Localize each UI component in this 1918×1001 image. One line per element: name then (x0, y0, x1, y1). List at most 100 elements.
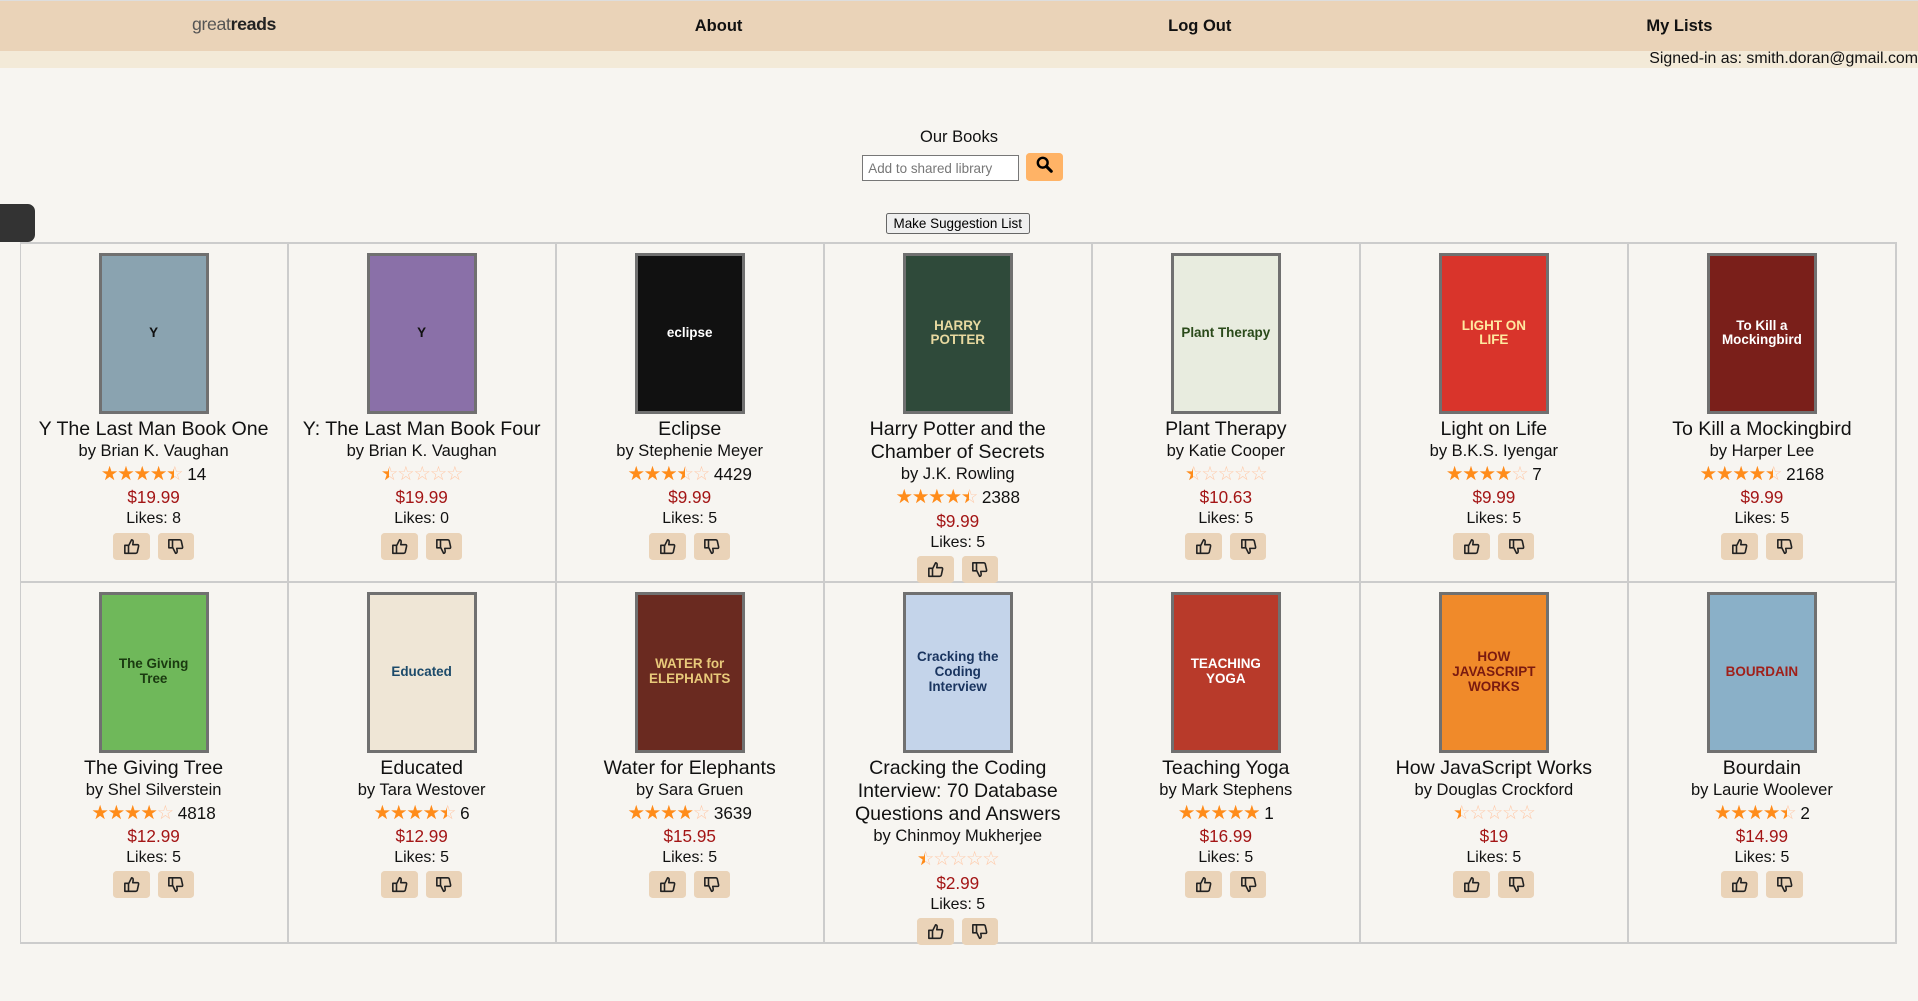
like-button[interactable] (1453, 532, 1490, 560)
nav-logout[interactable]: Log Out (1168, 17, 1231, 36)
star-icon: ☆★ (1445, 462, 1464, 485)
star-icon: ☆★ (1226, 801, 1245, 824)
dislike-button[interactable] (425, 532, 463, 560)
dislike-button[interactable] (961, 917, 999, 945)
like-button[interactable] (112, 532, 150, 560)
book-cover-image[interactable]: Y (98, 252, 209, 415)
book-title[interactable]: Bourdain (1629, 757, 1895, 780)
rating-stars: ☆★☆★☆★☆★☆★ (373, 801, 457, 824)
like-button[interactable] (381, 532, 418, 560)
logo[interactable]: greatreads (192, 14, 276, 35)
dislike-button[interactable] (1229, 532, 1267, 560)
book-title[interactable]: The Giving Tree (21, 757, 287, 780)
dislike-button[interactable] (1497, 532, 1535, 560)
book-cover-image[interactable]: TEACHING YOGA (1170, 591, 1281, 753)
star-icon: ☆★ (1502, 801, 1520, 824)
dislike-button[interactable] (693, 871, 731, 899)
thumbs-up-icon (1731, 876, 1748, 898)
book-title[interactable]: Eclipse (557, 418, 823, 441)
star-icon: ☆★ (1511, 462, 1529, 485)
book-title[interactable]: Light on Life (1361, 418, 1627, 441)
star-icon: ☆★ (1764, 462, 1783, 485)
dislike-button[interactable] (1497, 871, 1535, 899)
page-title: Our Books (920, 128, 998, 147)
book-title[interactable]: Plant Therapy (1093, 418, 1359, 441)
book-title[interactable]: Y The Last Man Book One (21, 418, 287, 441)
like-button[interactable] (649, 871, 686, 899)
book-rating: ☆★☆★☆★☆★☆★ 3639 (557, 802, 823, 825)
rating-count: 14 (187, 464, 207, 484)
book-author: by Mark Stephens (1159, 780, 1293, 799)
like-button[interactable] (917, 555, 954, 583)
book-title[interactable]: Teaching Yoga (1093, 757, 1359, 780)
book-title[interactable]: How JavaScript Works (1361, 757, 1627, 780)
like-button[interactable] (381, 871, 418, 899)
book-price: $19 (1479, 827, 1509, 847)
like-button[interactable] (1721, 532, 1758, 560)
thumbs-down-icon (1508, 538, 1525, 560)
star-icon: ☆★ (166, 462, 184, 485)
book-price: $9.99 (936, 511, 980, 531)
star-icon: ☆★ (117, 462, 135, 485)
star-icon: ☆★ (1762, 801, 1781, 824)
book-cover-image[interactable]: LIGHT ON LIFE (1438, 252, 1549, 415)
book-title[interactable]: To Kill a Mockingbird (1629, 418, 1895, 441)
book-card: Y Y The Last Man Book One by Brian K. Va… (20, 244, 289, 583)
star-icon: ☆★ (373, 801, 392, 824)
book-title[interactable]: Educated (289, 757, 555, 780)
book-cover-image[interactable]: WATER for ELEPHANTS (634, 591, 745, 753)
book-cover-image[interactable]: HOW JAVASCRIPT WORKS (1438, 591, 1549, 753)
book-cover-image[interactable]: Y (366, 252, 477, 415)
star-icon: ☆★ (156, 801, 175, 824)
book-cover-image[interactable]: The Giving Tree (98, 591, 209, 753)
book-cover-image[interactable]: Plant Therapy (1170, 252, 1281, 415)
thumbs-down-icon (971, 923, 988, 945)
book-card: WATER for ELEPHANTS Water for Elephants … (556, 583, 825, 944)
book-cover-image[interactable]: eclipse (634, 252, 745, 415)
nav-about[interactable]: About (695, 17, 743, 36)
book-author: by Sara Gruen (636, 780, 744, 799)
like-button[interactable] (649, 532, 686, 560)
like-button[interactable] (1185, 871, 1222, 899)
make-suggestion-list-button[interactable]: Make Suggestion List (885, 212, 1030, 234)
book-cover-image[interactable]: Cracking the Coding Interview (902, 591, 1013, 753)
star-icon: ☆★ (1469, 801, 1487, 824)
star-icon: ☆★ (916, 848, 935, 871)
thumbs-down-icon (703, 538, 720, 560)
book-title[interactable]: Y: The Last Man Book Four (289, 418, 555, 441)
like-button[interactable] (1185, 532, 1222, 560)
search-input[interactable] (862, 155, 1019, 182)
dislike-button[interactable] (693, 532, 731, 560)
dislike-button[interactable] (157, 871, 195, 899)
star-icon: ☆★ (406, 801, 424, 824)
book-title[interactable]: Harry Potter and the Chamber of Secrets (825, 418, 1091, 464)
dislike-button[interactable] (425, 871, 463, 899)
book-cover-image[interactable]: HARRY POTTER (902, 252, 1013, 415)
search-button[interactable] (1026, 152, 1063, 182)
like-button[interactable] (1721, 871, 1758, 899)
like-button[interactable] (112, 871, 150, 899)
like-button[interactable] (917, 917, 954, 945)
thumbs-up-icon (1731, 538, 1748, 560)
nav-my-lists[interactable]: My Lists (1646, 17, 1712, 36)
thumbs-down-icon (1508, 876, 1525, 898)
book-cover-image[interactable]: To Kill a Mockingbird (1706, 252, 1817, 415)
dislike-button[interactable] (1229, 871, 1267, 899)
side-panel-toggle[interactable] (0, 204, 36, 243)
dislike-button[interactable] (961, 555, 999, 583)
book-rating: ☆ ★ ☆ ★ ☆ ★ ☆ ★ ☆ ★ 1 (1093, 802, 1359, 825)
book-author: by Brian K. Vaughan (78, 441, 229, 460)
book-author: by Tara Westover (357, 780, 486, 799)
book-title[interactable]: Water for Elephants (557, 757, 823, 780)
book-title[interactable]: Cracking the Coding Interview: 70 Databa… (825, 757, 1091, 827)
star-icon: ☆★ (1746, 801, 1765, 824)
dislike-button[interactable] (157, 532, 195, 560)
book-cover-image[interactable]: Educated (366, 591, 477, 753)
dislike-button[interactable] (1765, 532, 1803, 560)
book-cover-image[interactable]: BOURDAIN (1706, 591, 1817, 753)
like-button[interactable] (1453, 871, 1490, 899)
star-icon: ☆★ (1478, 462, 1497, 485)
dislike-button[interactable] (1765, 871, 1803, 899)
book-likes: Likes: 5 (930, 533, 986, 551)
thumbs-up-icon (927, 561, 944, 583)
